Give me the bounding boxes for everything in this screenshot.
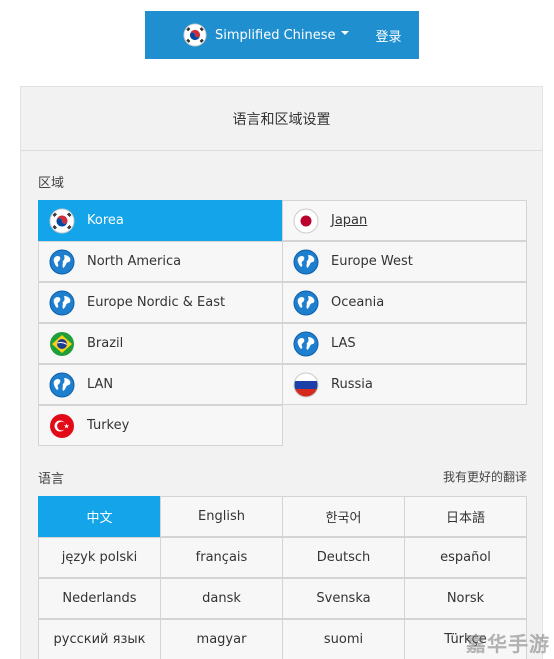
- region-item[interactable]: North America: [38, 241, 283, 282]
- language-option[interactable]: suomi: [282, 619, 405, 659]
- region-item-label: North America: [87, 254, 182, 269]
- top-bar: Simplified Chinese 登录: [145, 11, 419, 59]
- region-item[interactable]: LAN: [38, 364, 283, 405]
- better-translation-link[interactable]: 我有更好的翻译: [443, 468, 527, 485]
- region-item-label: Brazil: [87, 336, 124, 351]
- region-item-label: Korea: [87, 213, 124, 228]
- region-item-label: Japan: [331, 213, 368, 228]
- language-option[interactable]: русский язык: [38, 619, 161, 659]
- caret-down-icon: [340, 31, 349, 35]
- language-option[interactable]: język polski: [38, 537, 161, 578]
- brazil-flag-icon: [50, 331, 74, 356]
- region-item-label: LAN: [87, 377, 114, 392]
- region-item-label: Turkey: [87, 418, 130, 433]
- globe-icon: [49, 290, 75, 315]
- region-item[interactable]: Korea: [38, 200, 283, 241]
- language-option[interactable]: Svenska: [282, 578, 405, 619]
- globe-icon: [293, 249, 319, 274]
- language-option[interactable]: français: [160, 537, 283, 578]
- language-option[interactable]: English: [160, 496, 283, 537]
- current-language-label: Simplified Chinese: [215, 27, 336, 43]
- region-item[interactable]: LAS: [282, 323, 527, 364]
- watermark: 嘉华手游: [466, 632, 550, 656]
- language-option[interactable]: 日本語: [404, 496, 527, 537]
- russia-flag-icon: [293, 372, 319, 397]
- language-option[interactable]: Norsk: [404, 578, 527, 619]
- region-item-label: Europe Nordic & East: [87, 295, 226, 310]
- panel-title: 语言和区域设置: [21, 87, 542, 151]
- region-item-label: Europe West: [331, 254, 413, 269]
- globe-icon: [293, 331, 319, 356]
- language-selector[interactable]: Simplified Chinese: [183, 23, 349, 47]
- region-item-label: Russia: [331, 377, 373, 392]
- globe-icon: [49, 249, 75, 274]
- language-option[interactable]: español: [404, 537, 527, 578]
- region-label: 区域: [38, 176, 65, 191]
- language-option[interactable]: Nederlands: [38, 578, 161, 619]
- settings-panel: 语言和区域设置 区域 Korea Japan North America Europe…: [20, 86, 543, 659]
- region-item[interactable]: Oceania: [282, 282, 527, 323]
- korea-flag-icon: [49, 208, 75, 233]
- region-item[interactable]: Russia: [282, 364, 527, 405]
- globe-icon: [49, 372, 75, 397]
- language-option[interactable]: magyar: [160, 619, 283, 659]
- region-item[interactable]: Europe West: [282, 241, 527, 282]
- region-item-label: Oceania: [331, 295, 385, 310]
- region-item[interactable]: Japan: [282, 200, 527, 241]
- language-option[interactable]: 中文: [38, 496, 161, 537]
- region-item[interactable]: Brazil: [38, 323, 283, 364]
- korea-flag-icon: [183, 23, 207, 47]
- region-item[interactable]: Europe Nordic & East: [38, 282, 283, 323]
- turkey-flag-icon: [50, 413, 74, 438]
- language-option[interactable]: dansk: [160, 578, 283, 619]
- login-link[interactable]: 登录: [376, 26, 402, 45]
- language-option[interactable]: Deutsch: [282, 537, 405, 578]
- japan-flag-icon: [293, 208, 319, 233]
- region-item[interactable]: Turkey: [38, 405, 283, 446]
- region-item-label: LAS: [331, 336, 356, 351]
- language-option[interactable]: 한국어: [282, 496, 405, 537]
- globe-icon: [293, 290, 319, 315]
- language-label: 语言: [38, 472, 65, 487]
